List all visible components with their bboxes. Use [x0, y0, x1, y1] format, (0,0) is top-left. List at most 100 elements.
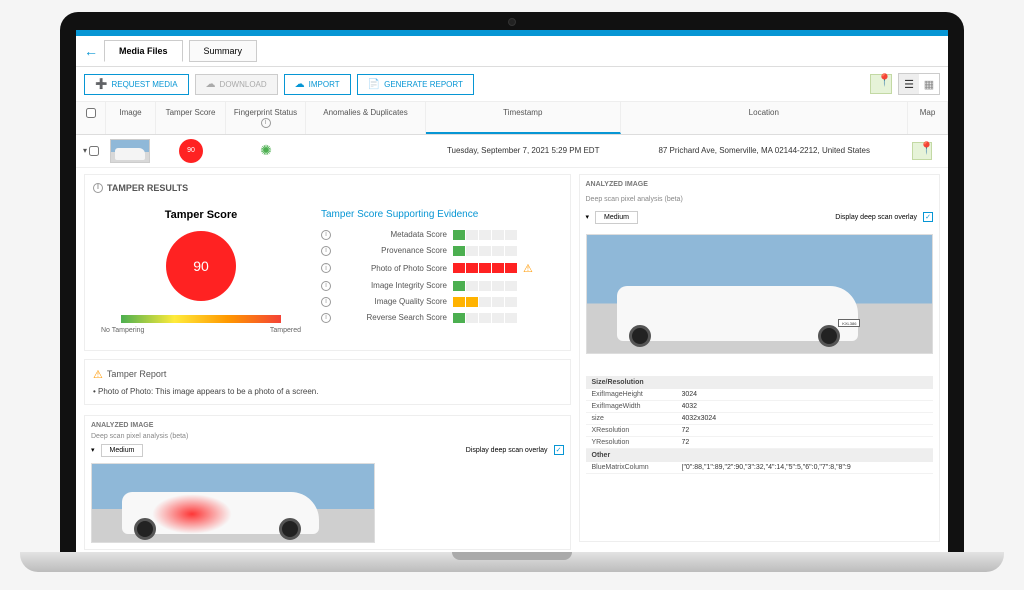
evidence-row: iImage Integrity Score	[321, 281, 554, 291]
evidence-row: i Provenance Score	[321, 246, 554, 256]
pin-icon: 📍	[919, 141, 934, 155]
tabs-row: ← Media Files Summary	[76, 36, 948, 67]
scan-level-select[interactable]: Medium	[595, 211, 638, 224]
tamper-report-panel: ⚠ Tamper Report • Photo of Photo: This i…	[84, 359, 571, 405]
overlay-label: Display deep scan overlay	[835, 214, 917, 221]
evidence-label: Image Quality Score	[337, 297, 447, 306]
tab-summary[interactable]: Summary	[189, 40, 258, 62]
analyzed-image[interactable]: KXL386	[586, 234, 934, 354]
meta-row: ExifImageWidth4032	[586, 401, 934, 413]
panel-title: i TAMPER RESULTS	[93, 183, 562, 193]
th-location[interactable]: Location	[621, 102, 908, 134]
row-checkbox[interactable]	[89, 146, 99, 156]
map-thumbnail-icon[interactable]: 📍	[870, 74, 892, 94]
generate-report-button[interactable]: 📄 GENERATE REPORT	[357, 74, 474, 95]
analyzed-title: ANALYZED IMAGE	[91, 422, 564, 429]
tab-media-files[interactable]: Media Files	[104, 40, 183, 62]
back-arrow-icon[interactable]: ←	[84, 43, 98, 59]
table-row[interactable]: ▾ 90 ✺ Tuesday, September 7, 2021 5:29 P…	[76, 135, 948, 168]
grid-view-icon[interactable]: ▦	[919, 74, 939, 94]
td-thumbnail[interactable]	[106, 135, 156, 167]
evidence-title: Tamper Score Supporting Evidence	[321, 209, 554, 220]
meta-key: XResolution	[592, 427, 682, 434]
evidence-row: i Reverse Search Score	[321, 313, 554, 323]
report-body: • Photo of Photo: This image appears to …	[93, 387, 562, 396]
meta-row: BlueMatrixColumn["0":88,"1":89,"2":90,"3…	[586, 462, 934, 474]
import-button[interactable]: ☁ IMPORT	[284, 74, 351, 95]
request-media-button[interactable]: ➕ REQUEST MEDIA	[84, 74, 189, 95]
left-column: i TAMPER RESULTS Tamper Score 90 No Tamp…	[84, 174, 571, 542]
plus-icon: ➕	[95, 79, 107, 90]
th-tamper-score[interactable]: Tamper Score	[156, 102, 226, 134]
evidence-block: Tamper Score Supporting Evidence iMetada…	[321, 209, 554, 334]
report-title: ⚠ Tamper Report	[93, 368, 562, 381]
deep-scan-note: Deep scan pixel analysis (beta)	[91, 433, 564, 440]
cloud-download-icon: ☁	[206, 79, 216, 90]
evidence-label: Reverse Search Score	[337, 313, 447, 322]
th-map[interactable]: Map	[908, 102, 948, 134]
evidence-label: Provenance Score	[337, 246, 447, 255]
info-icon[interactable]: i	[261, 118, 271, 128]
meta-value: ["0":88,"1":89,"2":90,"3":32,"4":14,"5":…	[682, 464, 928, 471]
overlay-checkbox[interactable]: ✓	[923, 212, 933, 222]
laptop-base	[20, 552, 1004, 572]
meta-section-size: Size/Resolution	[586, 376, 934, 389]
deep-scan-note: Deep scan pixel analysis (beta)	[586, 196, 934, 203]
analyzed-image-with-overlay[interactable]	[91, 463, 375, 543]
label-left: No Tampering	[101, 327, 144, 334]
td-anomalies	[306, 147, 426, 155]
expand-caret-icon[interactable]: ▾	[83, 146, 87, 155]
select-all-checkbox[interactable]	[86, 108, 96, 118]
overlay-label: Display deep scan overlay	[466, 447, 548, 454]
meta-value: 72	[682, 439, 928, 446]
score-gradient-bar	[121, 315, 281, 323]
app-screen: ← Media Files Summary ➕ REQUEST MEDIA ☁ …	[76, 30, 948, 557]
th-timestamp[interactable]: Timestamp	[426, 102, 621, 134]
th-anomalies[interactable]: Anomalies & Duplicates	[306, 102, 426, 134]
td-expand: ▾	[76, 142, 106, 160]
td-map[interactable]: 📍	[908, 138, 948, 164]
list-view-icon[interactable]: ☰	[899, 74, 919, 94]
info-icon[interactable]: i	[321, 281, 331, 291]
meta-row: XResolution72	[586, 425, 934, 437]
info-icon[interactable]: i	[321, 246, 331, 256]
caret-down-icon[interactable]: ▾	[91, 446, 95, 454]
info-icon[interactable]: i	[93, 183, 103, 193]
meta-key: BlueMatrixColumn	[592, 464, 682, 471]
info-icon[interactable]: i	[321, 297, 331, 307]
th-fingerprint[interactable]: Fingerprint Status i	[226, 102, 306, 134]
meta-value: 4032	[682, 403, 928, 410]
btn-label: IMPORT	[309, 80, 340, 89]
score-boxes	[453, 313, 517, 323]
label-right: Tampered	[270, 327, 301, 334]
meta-section-other: Other	[586, 449, 934, 462]
td-score: 90	[156, 135, 226, 167]
overlay-checkbox[interactable]: ✓	[554, 445, 564, 455]
evidence-row: iMetadata Score	[321, 230, 554, 240]
info-icon[interactable]: i	[321, 263, 331, 273]
score-label: Tamper Score	[101, 209, 301, 221]
analyzed-image-panel-lower: ANALYZED IMAGE Deep scan pixel analysis …	[84, 415, 571, 550]
fingerprint-ok-icon: ✺	[260, 142, 272, 158]
bar-labels: No Tampering Tampered	[101, 327, 301, 334]
scan-level-select[interactable]: Medium	[101, 444, 144, 457]
info-icon[interactable]: i	[321, 313, 331, 323]
warning-icon: ⚠	[93, 368, 103, 381]
info-icon[interactable]: i	[321, 230, 331, 240]
score-boxes	[453, 246, 517, 256]
score-block: Tamper Score 90 No Tampering Tampered	[101, 209, 301, 334]
score-boxes	[453, 281, 517, 291]
meta-value: 72	[682, 427, 928, 434]
th-image[interactable]: Image	[106, 102, 156, 134]
warning-icon: ⚠	[523, 262, 533, 275]
meta-row: YResolution72	[586, 437, 934, 449]
caret-down-icon[interactable]: ▾	[586, 213, 590, 221]
detail-pane: i TAMPER RESULTS Tamper Score 90 No Tamp…	[76, 168, 948, 548]
meta-row: size4032x3024	[586, 413, 934, 425]
score-boxes	[453, 297, 517, 307]
meta-value: 4032x3024	[682, 415, 928, 422]
score-boxes	[453, 263, 517, 273]
heatmap-overlay-icon	[152, 494, 232, 534]
tamper-results-panel: i TAMPER RESULTS Tamper Score 90 No Tamp…	[84, 174, 571, 351]
title-text: Tamper Report	[107, 369, 167, 379]
